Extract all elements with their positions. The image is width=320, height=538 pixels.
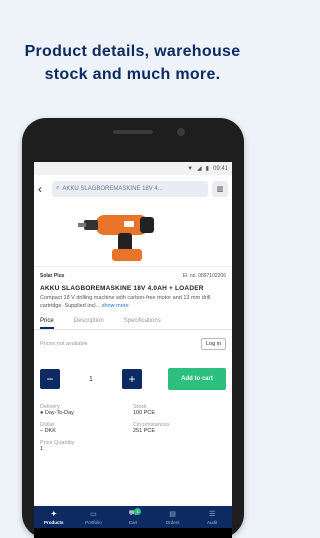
price-row: Prices not available Log in xyxy=(34,330,232,350)
bottom-navigation: ✦ Products ▭ Portfolio 1 ⛟ Cart ▤ Orders… xyxy=(34,506,232,528)
orders-icon: ▤ xyxy=(169,510,176,518)
search-icon: ⌕ xyxy=(56,185,60,191)
login-button[interactable]: Log in xyxy=(201,338,226,350)
nav-products[interactable]: ✦ Products xyxy=(34,506,74,528)
price-unavailable-text: Prices not available xyxy=(40,341,88,347)
tab-description[interactable]: Description xyxy=(74,318,104,329)
product-tabs: Price Description Specifications xyxy=(34,310,232,330)
status-bar: ▼ ◢ ▮ 09:41 xyxy=(34,162,232,175)
decrease-quantity-button[interactable]: − xyxy=(40,369,60,389)
info-stock: Stock 100 PCE xyxy=(133,404,156,416)
increase-quantity-button[interactable]: + xyxy=(122,369,142,389)
product-title: AKKU SLAGBOREMASKINE 18V 4.0AH + LOADER xyxy=(40,285,204,292)
wifi-icon: ▼ xyxy=(187,165,194,172)
toolbar: ‹ ⌕ AKKU SLAGBOREMASKINE 18V 4... ▥ xyxy=(34,175,232,202)
tab-price[interactable]: Price xyxy=(40,318,54,329)
phone-screen: ▼ ◢ ▮ 09:41 ‹ ⌕ AKKU SLAGBOREMASKINE 18V… xyxy=(34,162,232,538)
nav-cart[interactable]: 1 ⛟ Cart xyxy=(113,506,153,528)
show-more-link[interactable]: show more xyxy=(102,303,129,309)
nav-orders[interactable]: ▤ Orders xyxy=(153,506,193,528)
search-input[interactable]: ⌕ AKKU SLAGBOREMASKINE 18V 4... xyxy=(52,180,208,197)
item-number: El. no. 0897102206 xyxy=(182,273,226,279)
signal-icon: ◢ xyxy=(197,166,202,172)
headline-line-2: stock and much more. xyxy=(44,66,221,83)
nav-portfolio[interactable]: ▭ Portfolio xyxy=(74,506,114,528)
speaker xyxy=(113,130,153,134)
back-arrow-icon[interactable]: ‹ xyxy=(38,182,48,196)
info-delivery: Delivery ● Day-To-Day xyxy=(40,404,74,416)
barcode-scan-icon[interactable]: ▥ xyxy=(212,180,228,197)
phone-frame: ▼ ◢ ▮ 09:41 ‹ ⌕ AKKU SLAGBOREMASKINE 18V… xyxy=(22,118,244,538)
info-price-quantity: Price Quantity 1 xyxy=(40,440,75,452)
add-to-cart-button[interactable]: Add to cart xyxy=(168,368,226,390)
product-meta: Solar Plus El. no. 0897102206 xyxy=(34,267,232,279)
info-dollar: Dollar – DKK xyxy=(40,422,56,434)
drill-image xyxy=(78,215,154,261)
camera xyxy=(177,128,185,136)
headline-line-1: Product details, warehouse xyxy=(24,43,241,60)
product-description: Compact 18 V drilling machine with carbo… xyxy=(34,292,232,310)
brand-name: Solar Plus xyxy=(40,273,65,279)
audit-icon: ☰ xyxy=(209,510,216,518)
tab-specifications[interactable]: Specifications xyxy=(124,318,161,329)
battery-icon: ▮ xyxy=(205,166,209,172)
products-icon: ✦ xyxy=(50,510,57,518)
quantity-row: − 1 + Add to cart xyxy=(34,350,232,390)
nav-audit[interactable]: ☰ Audit xyxy=(192,506,232,528)
product-info-grid: Delivery ● Day-To-Day Stock 100 PCE Doll… xyxy=(34,390,232,452)
quantity-value[interactable]: 1 xyxy=(68,376,114,383)
marketing-headline: Product details, warehouse stock and muc… xyxy=(0,40,265,86)
info-circumstances: Circumstances 251 PCE xyxy=(133,422,170,434)
status-time: 09:41 xyxy=(212,165,228,172)
search-value: AKKU SLAGBOREMASKINE 18V 4... xyxy=(62,185,163,192)
portfolio-icon: ▭ xyxy=(90,510,97,518)
system-navigation-bar xyxy=(34,528,232,538)
product-image xyxy=(34,202,232,267)
